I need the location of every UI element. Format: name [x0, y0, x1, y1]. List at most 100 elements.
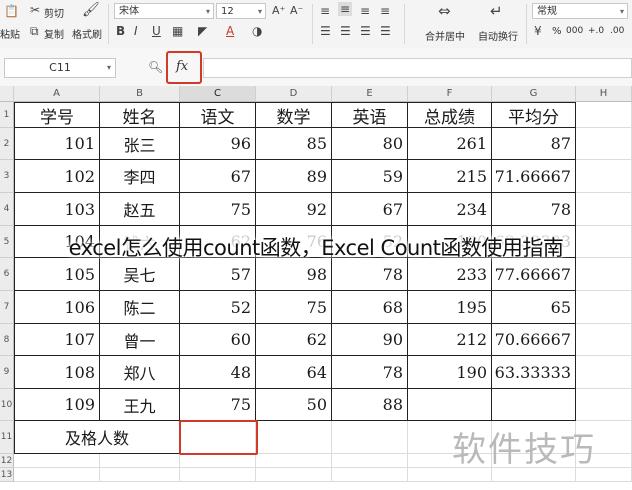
row-header-2[interactable]: 2 [0, 128, 14, 160]
cut-button[interactable]: 剪切 [44, 5, 64, 20]
cell-a10[interactable]: 109 [14, 389, 100, 421]
cell-a3[interactable]: 102 [14, 160, 100, 193]
underline-icon[interactable]: U [152, 24, 161, 38]
row-header-6[interactable]: 6 [0, 258, 14, 291]
cell-h2[interactable] [576, 128, 632, 160]
cell-f10[interactable] [408, 389, 492, 421]
font-name-select[interactable]: 宋体 ▾ [114, 3, 214, 19]
cell-d8[interactable]: 62 [256, 324, 332, 356]
italic-icon[interactable]: I [134, 24, 138, 38]
cell-e6[interactable]: 78 [332, 258, 408, 291]
align-top-icon[interactable]: ≡ [320, 4, 330, 18]
cell-d13[interactable] [256, 468, 332, 482]
cell-e1[interactable]: 英语 [332, 102, 408, 128]
row-header-9[interactable]: 9 [0, 356, 14, 389]
row-header-12[interactable]: 12 [0, 454, 14, 468]
cell-c13[interactable] [180, 468, 256, 482]
magnifier-icon[interactable]: 🔍︎ [148, 60, 163, 74]
cell-d2[interactable]: 85 [256, 128, 332, 160]
cell-a4[interactable]: 103 [14, 193, 100, 226]
cell-d3[interactable]: 89 [256, 160, 332, 193]
cell-b10[interactable]: 王九 [100, 389, 180, 421]
fill-color-icon[interactable]: ◤ [198, 24, 207, 38]
format-painter-button[interactable]: 格式刷 [72, 26, 102, 41]
row-header-3[interactable]: 3 [0, 160, 14, 193]
cell-h1[interactable] [576, 102, 632, 128]
merge-center-button[interactable]: 合并居中 [425, 28, 465, 43]
cell-g2[interactable]: 87 [492, 128, 576, 160]
cell-e11[interactable] [332, 421, 408, 454]
column-header-e[interactable]: E [332, 86, 408, 102]
column-header-f[interactable]: F [408, 86, 492, 102]
cell-c4[interactable]: 75 [180, 193, 256, 226]
cell-h9[interactable] [576, 356, 632, 389]
cell-a13[interactable] [14, 468, 100, 482]
cell-d1[interactable]: 数学 [256, 102, 332, 128]
cell-f6[interactable]: 233 [408, 258, 492, 291]
wrap-text-button[interactable]: 自动换行 [478, 28, 518, 43]
selected-cell-highlight[interactable] [179, 420, 258, 455]
cell-g3[interactable]: 71.66667 [492, 160, 576, 193]
cell-g4[interactable]: 78 [492, 193, 576, 226]
cell-e2[interactable]: 80 [332, 128, 408, 160]
cell-h4[interactable] [576, 193, 632, 226]
cell-c2[interactable]: 96 [180, 128, 256, 160]
thousands-style-button[interactable]: 000 [566, 26, 583, 36]
row-header-11[interactable]: 11 [0, 421, 14, 454]
decrease-decimal-button[interactable]: .00 [610, 26, 624, 36]
cell-d4[interactable]: 92 [256, 193, 332, 226]
align-center-icon[interactable]: ☰ [340, 24, 351, 38]
cell-b6[interactable]: 吴七 [100, 258, 180, 291]
cell-b9[interactable]: 郑八 [100, 356, 180, 389]
cell-e7[interactable]: 68 [332, 291, 408, 324]
cell-c10[interactable]: 75 [180, 389, 256, 421]
increase-decimal-button[interactable]: +.0 [588, 26, 604, 36]
cell-g7[interactable]: 65 [492, 291, 576, 324]
align-bottom-icon[interactable]: ≡ [360, 4, 370, 18]
align-right-icon[interactable]: ☰ [360, 24, 371, 38]
cell-b4[interactable]: 赵五 [100, 193, 180, 226]
orientation-icon[interactable]: ≡ [380, 4, 390, 18]
cell-e10[interactable]: 88 [332, 389, 408, 421]
font-color-icon[interactable]: A [226, 24, 234, 38]
cell-g10[interactable] [492, 389, 576, 421]
cell-f7[interactable]: 195 [408, 291, 492, 324]
cell-f4[interactable]: 234 [408, 193, 492, 226]
cell-e13[interactable] [332, 468, 408, 482]
cell-d9[interactable]: 64 [256, 356, 332, 389]
column-header-d[interactable]: D [256, 86, 332, 102]
bold-icon[interactable]: B [116, 24, 125, 38]
cell-f1[interactable]: 总成绩 [408, 102, 492, 128]
cell-a1[interactable]: 学号 [14, 102, 100, 128]
row-header-10[interactable]: 10 [0, 389, 14, 421]
column-header-h[interactable]: H [576, 86, 632, 102]
formula-input[interactable] [203, 58, 632, 78]
cell-c6[interactable]: 57 [180, 258, 256, 291]
cell-h7[interactable] [576, 291, 632, 324]
merge-center-icon[interactable]: ⇔ [438, 4, 451, 19]
borders-icon[interactable]: ▦ [172, 24, 183, 38]
cell-h10[interactable] [576, 389, 632, 421]
cell-c3[interactable]: 67 [180, 160, 256, 193]
cell-h3[interactable] [576, 160, 632, 193]
paste-icon[interactable]: 📋 [4, 4, 19, 18]
cell-f2[interactable]: 261 [408, 128, 492, 160]
cell-d10[interactable]: 50 [256, 389, 332, 421]
number-format-select[interactable]: 常规 ▾ [532, 3, 628, 19]
select-all-corner[interactable] [0, 86, 14, 102]
cell-h8[interactable] [576, 324, 632, 356]
cell-c7[interactable]: 52 [180, 291, 256, 324]
cell-b1[interactable]: 姓名 [100, 102, 180, 128]
cell-b8[interactable]: 曾一 [100, 324, 180, 356]
cell-g8[interactable]: 70.66667 [492, 324, 576, 356]
cell-d12[interactable] [256, 454, 332, 468]
column-header-g[interactable]: G [492, 86, 576, 102]
cell-a8[interactable]: 107 [14, 324, 100, 356]
wrap-text-icon[interactable]: ↵ [490, 4, 503, 19]
cell-b12[interactable] [100, 454, 180, 468]
cell-h6[interactable] [576, 258, 632, 291]
cell-e3[interactable]: 59 [332, 160, 408, 193]
cell-c9[interactable]: 48 [180, 356, 256, 389]
grow-font-icon[interactable]: A⁺ [272, 4, 285, 18]
cell-a2[interactable]: 101 [14, 128, 100, 160]
